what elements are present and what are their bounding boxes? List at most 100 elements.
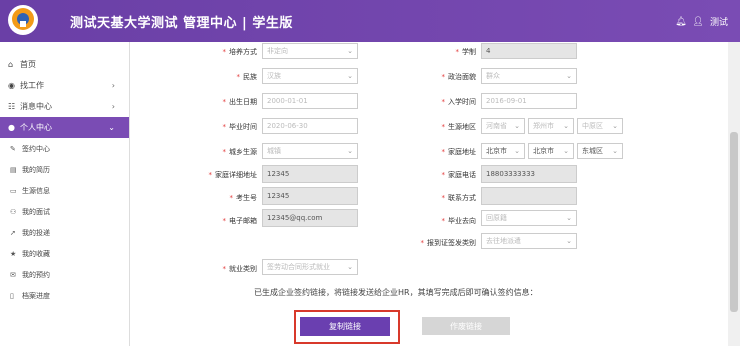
- send-icon: ➚: [10, 228, 16, 237]
- chevron-icon: ›: [111, 102, 115, 111]
- chevron-icon: ›: [111, 81, 115, 90]
- chevron-down-icon: ⌄: [612, 147, 618, 155]
- grad-date-label: * 毕业时间: [222, 123, 258, 131]
- grad-direction-select[interactable]: 回原籍 ⌄: [481, 210, 577, 226]
- email-field: 12345@qq.com: [262, 209, 358, 227]
- sidebar-subitem-7[interactable]: ✉ 我的预约: [0, 264, 129, 285]
- exam-no-label: * 考生号: [229, 194, 258, 202]
- comment-icon: ✉: [10, 270, 16, 279]
- enroll-date-label: * 入学时间: [441, 98, 477, 106]
- scrollbar-thumb[interactable]: [730, 132, 738, 312]
- political-select[interactable]: 群众 ⌄: [481, 68, 577, 84]
- chevron-down-icon: ⌄: [612, 122, 618, 130]
- sidebar-item-label: 个人中心: [20, 123, 52, 132]
- exam-no-field: 12345: [262, 187, 358, 205]
- home-detail-field: 12345: [262, 165, 358, 183]
- eye-icon: ◉: [8, 81, 15, 90]
- bell-icon[interactable]: 🔔︎: [675, 17, 686, 27]
- home-district-select[interactable]: 东城区 ⌄: [577, 143, 623, 159]
- sidebar-subitem-6[interactable]: ★ 我的收藏: [0, 243, 129, 264]
- employment-type-label: * 就业类别: [222, 265, 258, 273]
- home-detail-label: * 家庭详细地址: [208, 171, 258, 179]
- origin-province-select[interactable]: 河南省 ⌄: [481, 118, 525, 134]
- sidebar-item-label: 首页: [20, 60, 36, 69]
- sidebar-item-label: 找工作: [20, 81, 44, 90]
- grad-date-input[interactable]: 2020-06-30: [262, 118, 358, 134]
- urban-rural-select[interactable]: 城镇 ⌄: [262, 143, 358, 159]
- ethnicity-select[interactable]: 汉族 ⌄: [262, 68, 358, 84]
- birth-date-label: * 出生日期: [222, 98, 258, 106]
- sidebar-subitem-label: 生源信息: [22, 186, 50, 195]
- sidebar-subitem-2[interactable]: ▤ 我的简历: [0, 159, 129, 180]
- user-name[interactable]: 测试: [710, 15, 728, 28]
- enroll-date-input[interactable]: 2016-09-01: [481, 93, 577, 109]
- report-type-label: * 报到证签发类别: [420, 239, 477, 247]
- user-icon: ●: [8, 123, 15, 132]
- ethnicity-label: * 民族: [236, 73, 258, 81]
- grad-direction-label: * 毕业去向: [441, 217, 477, 225]
- chevron-down-icon: ⌄: [563, 122, 569, 130]
- home-province-select[interactable]: 北京市 ⌄: [481, 143, 525, 159]
- sidebar-subitem-label: 档案进度: [22, 291, 50, 300]
- sidebar-item-4[interactable]: ● 个人中心 ⌄: [0, 117, 129, 138]
- top-bar: 测试天基大学测试 管理中心 | 学生版 🔔︎ 👤︎ 测试: [0, 0, 740, 42]
- urban-rural-label: * 城乡生源: [222, 148, 258, 156]
- university-logo: [8, 5, 38, 35]
- sidebar-item-3[interactable]: ☷ 消息中心 ›: [0, 96, 129, 117]
- contact-field: [481, 187, 577, 205]
- training-mode-select[interactable]: 非定向 ⌄: [262, 43, 358, 59]
- chevron-down-icon: ⌄: [566, 237, 572, 245]
- sidebar-subitem-1[interactable]: ✎ 签约中心: [0, 138, 129, 159]
- chevron-down-icon: ⌄: [347, 147, 353, 155]
- chevron-down-icon: ⌄: [514, 147, 520, 155]
- sidebar-subitem-label: 我的简历: [22, 165, 50, 174]
- origin-district-select[interactable]: 中原区 ⌄: [577, 118, 623, 134]
- chevron-down-icon: ⌄: [347, 72, 353, 80]
- duration-field: 4: [481, 43, 577, 59]
- message-icon: ☷: [8, 102, 16, 111]
- sign-link-notice: 已生成企业签约链接，将链接发送给企业HR，其填写完成后即可确认签约信息：: [254, 288, 538, 297]
- id-card-icon: ▭: [10, 186, 17, 195]
- sidebar-subitem-label: 我的面试: [22, 207, 50, 216]
- star-icon: ★: [10, 249, 17, 258]
- chevron-down-icon: ⌄: [563, 147, 569, 155]
- report-type-select[interactable]: 去往地派遣 ⌄: [481, 233, 577, 249]
- scrollbar[interactable]: [728, 42, 740, 346]
- home-phone-field: 18803333333: [481, 165, 577, 183]
- edit-icon: ✎: [10, 144, 16, 153]
- sidebar-subitem-label: 我的投递: [22, 228, 50, 237]
- birth-date-input[interactable]: 2000-01-01: [262, 93, 358, 109]
- file-icon: ▯: [10, 291, 14, 300]
- resume-icon: ▤: [10, 165, 17, 174]
- void-link-button[interactable]: 作废链接: [422, 317, 510, 335]
- contact-label: * 联系方式: [441, 194, 477, 202]
- chevron-down-icon: ⌄: [566, 72, 572, 80]
- chevron-down-icon: ⌄: [347, 47, 353, 55]
- sidebar-subitem-label: 签约中心: [22, 144, 50, 153]
- home-address-label: * 家庭地址: [441, 148, 477, 156]
- chevron-down-icon: ⌄: [514, 122, 520, 130]
- home-icon: ⌂: [8, 60, 14, 69]
- user-area[interactable]: 🔔︎ 👤︎ 测试: [675, 15, 728, 29]
- copy-link-button[interactable]: 复制链接: [300, 317, 390, 336]
- sidebar-subitem-5[interactable]: ➚ 我的投递: [0, 222, 129, 243]
- user-icon: 👤︎: [692, 16, 704, 27]
- sidebar-item-2[interactable]: ◉ 找工作 ›: [0, 75, 129, 96]
- employment-type-select[interactable]: 签劳动合同形式就业 ⌄: [262, 259, 358, 275]
- origin-city-select[interactable]: 郑州市 ⌄: [528, 118, 574, 134]
- sidebar-subitem-3[interactable]: ▭ 生源信息: [0, 180, 129, 201]
- sidebar-subitem-label: 我的预约: [22, 270, 50, 279]
- sidebar-subitem-8[interactable]: ▯ 档案进度: [0, 285, 129, 306]
- training-mode-label: * 培养方式: [222, 48, 258, 56]
- home-phone-label: * 家庭电话: [441, 171, 477, 179]
- system-title: 测试天基大学测试 管理中心 | 学生版: [70, 16, 293, 31]
- sidebar-item-label: 消息中心: [20, 102, 52, 111]
- origin-region-label: * 生源地区: [441, 123, 477, 131]
- political-label: * 政治面貌: [441, 73, 477, 81]
- group-icon: ⚇: [10, 207, 17, 216]
- sidebar-item-1[interactable]: ⌂ 首页: [0, 54, 129, 75]
- email-label: * 电子邮箱: [222, 217, 258, 225]
- sidebar-subitem-4[interactable]: ⚇ 我的面试: [0, 201, 129, 222]
- chevron-icon: ⌄: [108, 123, 115, 132]
- home-city-select[interactable]: 北京市 ⌄: [528, 143, 574, 159]
